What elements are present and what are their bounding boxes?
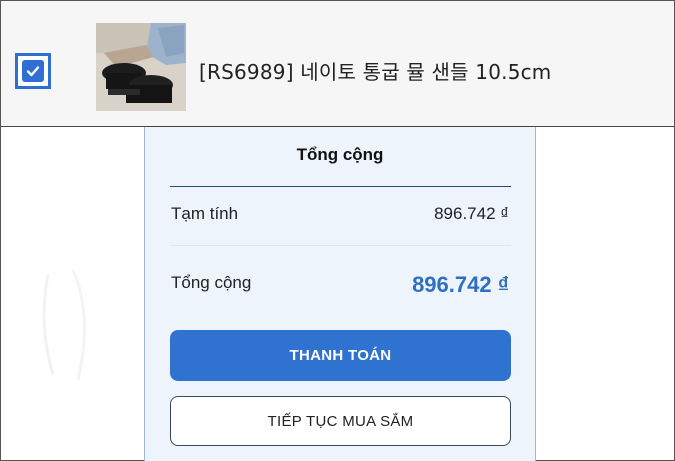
continue-shopping-button[interactable]: TIẾP TỤC MUA SẮM: [170, 396, 511, 446]
summary-heading: Tổng cộng: [296, 145, 384, 164]
cart-item-row: [RS6989] 네이토 통굽 뮬 샌들 10.5cm: [1, 1, 674, 127]
order-summary-panel: Tổng cộng Tạm tính 896.742 ₫ Tổng cộng 8…: [144, 127, 536, 461]
checkbox-check-icon: [22, 60, 44, 82]
subtotal-label: Tạm tính: [171, 204, 239, 223]
product-title[interactable]: [RS6989] 네이토 통굽 뮬 샌들 10.5cm: [199, 56, 552, 85]
subtotal-value: 896.742 ₫: [434, 204, 509, 223]
item-select-checkbox[interactable]: [15, 53, 51, 89]
total-label: Tổng cộng: [171, 273, 252, 292]
summary-divider-light: [170, 245, 511, 246]
summary-divider: [170, 186, 511, 187]
total-value: 896.742 ₫: [412, 272, 509, 297]
product-thumbnail[interactable]: [96, 23, 186, 111]
faded-background-graphic: [18, 265, 108, 385]
checkout-button[interactable]: THANH TOÁN: [170, 330, 511, 381]
